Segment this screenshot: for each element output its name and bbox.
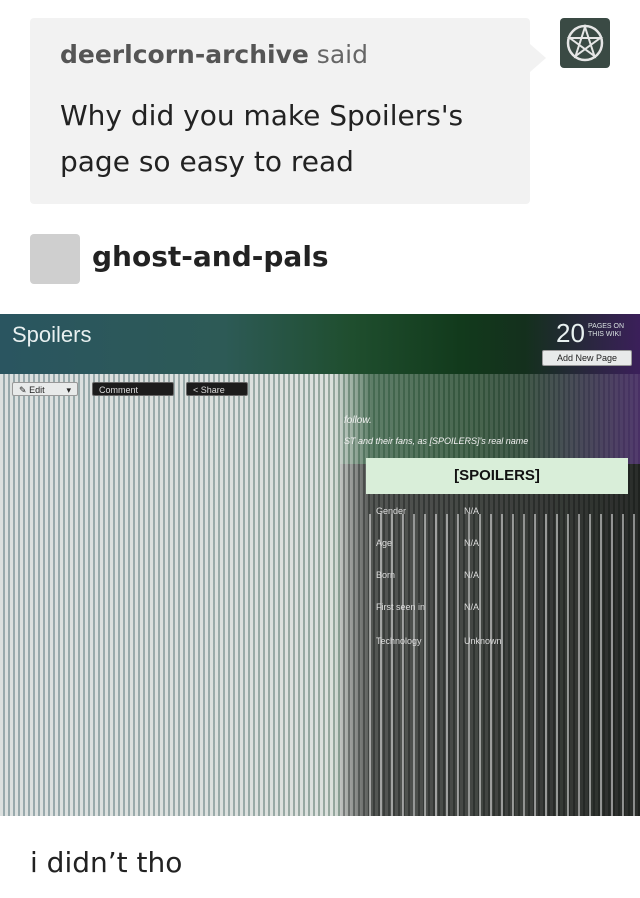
infobox-label: Technology [376, 636, 422, 646]
chevron-down-icon[interactable]: ▾ [66, 383, 71, 397]
infobox-title: [SPOILERS] [366, 458, 628, 494]
add-new-page-button[interactable]: Add New Page [542, 350, 632, 366]
share-button[interactable]: < Share [186, 382, 248, 396]
question-text: Why did you make Spoilers's page so easy… [60, 99, 464, 178]
reply-text: i didn’t tho [30, 846, 183, 879]
glitch-overlay-right [360, 514, 640, 816]
infobox-value: N/A [464, 602, 480, 612]
answerer-name[interactable]: ghost-and-pals [92, 240, 329, 273]
asker-said: said [316, 40, 368, 69]
infobox-label: Gender [376, 506, 407, 516]
ask-bubble: deerlcorn-archive said Why did you make … [30, 18, 546, 204]
infobox-value: N/A [464, 506, 480, 516]
answerer-avatar[interactable] [30, 234, 80, 284]
share-icon: < [193, 385, 199, 395]
asker-line: deerlcorn-archive said [60, 40, 500, 69]
follow-text: follow. [344, 415, 372, 426]
infobox-value: N/A [464, 570, 480, 580]
pencil-icon: ✎ [19, 385, 27, 395]
intro-text: ST and their fans, as [SPOILERS]'s real … [344, 436, 529, 446]
infobox-value: Unknown [464, 636, 502, 646]
pentagram-icon [566, 23, 604, 62]
share-label: Share [200, 385, 225, 395]
infobox-label: Age [376, 538, 393, 548]
asker-name[interactable]: deerlcorn-archive [60, 40, 309, 69]
wiki-screenshot: Spoilers 20 PAGES ON THIS WIKI Add New P… [0, 314, 640, 816]
edit-button[interactable]: ✎ Edit ▾ [12, 382, 78, 396]
infobox-label: First seen in [376, 602, 426, 612]
infobox-value: N/A [464, 538, 480, 548]
infobox-label: Born [376, 570, 396, 580]
pages-label: PAGES ON THIS WIKI [588, 323, 625, 338]
asker-avatar[interactable] [560, 18, 610, 68]
comment-button[interactable]: Comment [92, 382, 174, 396]
pages-count: 20 [556, 318, 585, 348]
comment-label: Comment [99, 385, 139, 395]
edit-label: Edit [29, 385, 45, 395]
wiki-page-title: Spoilers [12, 322, 92, 347]
